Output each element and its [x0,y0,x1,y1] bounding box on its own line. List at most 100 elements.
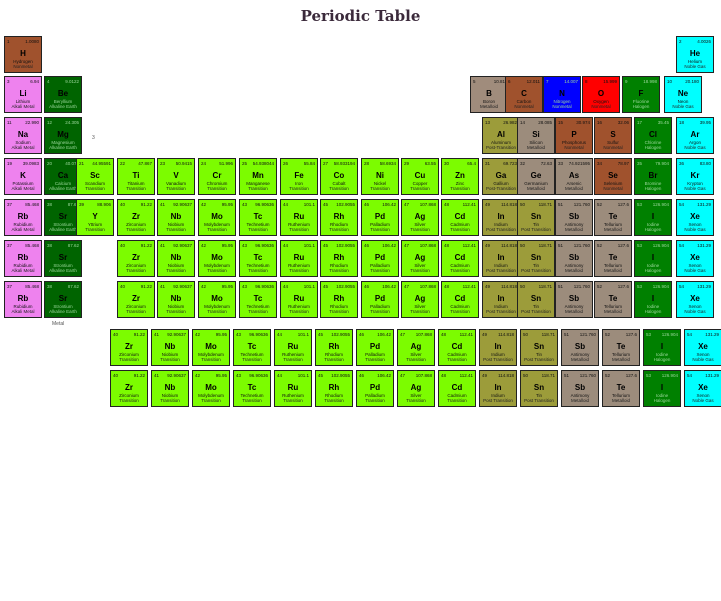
element-cell-nickel[interactable]: 28 58.6934 Ni Nickel Transition [361,158,399,195]
element-cell-palladium[interactable]: 46 106.42 Pd Palladium Transition [361,281,399,318]
element-cell-sulfur[interactable]: 16 32.06 S Sulfur Nonmetal [594,117,632,154]
element-cell-rhodium[interactable]: 45 102.9055 Rh Rhodium Transition [320,240,358,277]
element-cell-tellurium[interactable]: 52 127.6 Te Tellurium Metalloid [602,329,640,366]
element-cell-yttrium[interactable]: 39 88.906 Y Yttrium Transition [76,199,114,236]
element-cell-niobium[interactable]: 41 92.90637 Nb Niobium Transition [157,199,195,236]
element-cell-rhodium[interactable]: 45 102.9055 Rh Rhodium Transition [320,199,358,236]
element-cell-technetium[interactable]: 43 96.90636 Tc Technetium Transition [239,281,277,318]
element-cell-boron[interactable]: 5 10.81 B Boron Metalloid [470,76,508,113]
element-cell-copper[interactable]: 29 63.55 Cu Copper Transition [401,158,439,195]
element-cell-ruthenium[interactable]: 44 101.1 Ru Ruthenium Transition [280,240,318,277]
element-cell-bromine[interactable]: 35 79.904 Br Bromine Halogen [634,158,672,195]
element-cell-rhodium[interactable]: 45 102.9055 Rh Rhodium Transition [320,281,358,318]
element-cell-xenon[interactable]: 54 131.29 Xe Xenon Noble Gas [684,329,721,366]
element-cell-germanium[interactable]: 32 72.63 Ge Germanium Metalloid [517,158,555,195]
element-cell-molybdenum[interactable]: 42 95.95 Mo Molybdenum Transition [198,199,236,236]
element-cell-phosphorus[interactable]: 15 30.974 P Phosphorus Nonmetal [555,117,593,154]
element-cell-tin[interactable]: 50 118.71 Sn Tin Post Transition [520,329,558,366]
element-cell-zirconium[interactable]: 40 91.22 Zr Zirconium Transition [117,240,155,277]
element-cell-iodine[interactable]: 53 126.904 I Iodine Halogen [634,240,672,277]
element-cell-ruthenium[interactable]: 44 101.1 Ru Ruthenium Transition [274,329,312,366]
element-cell-aluminum[interactable]: 13 26.982 Al Aluminum Post-Transition [482,117,520,154]
element-cell-iodine[interactable]: 53 126.904 I Iodine Halogen [643,370,681,407]
element-cell-zirconium[interactable]: 40 91.22 Zr Zirconium Transition [117,281,155,318]
element-cell-strontium[interactable]: 38 87.62 Sr Strontium Alkaline Earth [44,240,82,277]
element-cell-iron[interactable]: 26 55.84 Fe Iron Transition [280,158,318,195]
element-cell-potassium[interactable]: 19 39.0983 K Potassium Alkali Metal [4,158,42,195]
element-cell-rhodium[interactable]: 45 102.9055 Rh Rhodium Transition [315,329,353,366]
element-cell-tin[interactable]: 50 118.71 Sn Tin Post Transition [517,240,555,277]
element-cell-ruthenium[interactable]: 44 101.1 Ru Ruthenium Transition [274,370,312,407]
element-cell-cadmium[interactable]: 48 112.41 Cd Cadmium Transition [438,329,476,366]
element-cell-selenium[interactable]: 34 78.97 Se Selenium Nonmetal [594,158,632,195]
element-cell-silver[interactable]: 47 107.868 Ag Silver Transition [397,329,435,366]
element-cell-palladium[interactable]: 46 106.42 Pd Palladium Transition [361,199,399,236]
element-cell-gallium[interactable]: 31 69.723 Ga Gallium Post-Transition [482,158,520,195]
element-cell-iodine[interactable]: 53 126.904 I Iodine Halogen [634,281,672,318]
element-cell-arsenic[interactable]: 33 74.921595 As Arsenic Metalloid [555,158,593,195]
element-cell-magnesium[interactable]: 12 24.305 Mg Magnesium Alkaline Earth [44,117,82,154]
element-cell-rubidium[interactable]: 37 85.468 Rb Rubidium Alkali Metal [4,281,42,318]
element-cell-antimony[interactable]: 51 121.760 Sb Antimony Metalloid [561,329,599,366]
element-cell-silicon[interactable]: 14 28.085 Si Silicon Metalloid [517,117,555,154]
element-cell-technetium[interactable]: 43 96.90636 Tc Technetium Transition [233,370,271,407]
element-cell-chlorine[interactable]: 17 35.45 Cl Chlorine Halogen [634,117,672,154]
element-cell-niobium[interactable]: 41 92.90637 Nb Niobium Transition [151,329,189,366]
element-cell-xenon[interactable]: 54 131.29 Xe Xenon Noble Gas [676,240,714,277]
element-cell-silver[interactable]: 47 107.868 Ag Silver Transition [401,240,439,277]
element-cell-technetium[interactable]: 43 96.90636 Tc Technetium Transition [239,199,277,236]
element-cell-antimony[interactable]: 51 121.760 Sb Antimony Metalloid [555,240,593,277]
element-cell-beryllium[interactable]: 4 9.0122 Be Beryllium Alkaline Earth [44,76,82,113]
element-cell-tin[interactable]: 50 118.71 Sn Tin Post Transition [520,370,558,407]
element-cell-helium[interactable]: 2 4.0026 He Helium Noble Gas [676,36,714,73]
element-cell-sodium[interactable]: 11 22.990 Na Sodium Alkali Metal [4,117,42,154]
element-cell-molybdenum[interactable]: 42 95.95 Mo Molybdenum Transition [198,240,236,277]
element-cell-titanium[interactable]: 22 47.867 Ti Titanium Transition [117,158,155,195]
element-cell-antimony[interactable]: 51 121.760 Sb Antimony Metalloid [555,199,593,236]
element-cell-ruthenium[interactable]: 44 101.1 Ru Ruthenium Transition [280,281,318,318]
element-cell-tellurium[interactable]: 52 127.6 Te Tellurium Metalloid [594,281,632,318]
element-cell-ruthenium[interactable]: 44 101.1 Ru Ruthenium Transition [280,199,318,236]
element-cell-palladium[interactable]: 46 106.42 Pd Palladium Transition [356,370,394,407]
element-cell-argon[interactable]: 18 39.95 Ar Argon Noble Gas [676,117,714,154]
element-cell-tin[interactable]: 50 118.71 Sn Tin Post Transition [517,281,555,318]
element-cell-molybdenum[interactable]: 42 95.95 Mo Molybdenum Transition [198,281,236,318]
element-cell-molybdenum[interactable]: 42 95.95 Mo Molybdenum Transition [192,370,230,407]
element-cell-niobium[interactable]: 41 92.90637 Nb Niobium Transition [151,370,189,407]
element-cell-cadmium[interactable]: 48 112.41 Cd Cadmium Transition [438,370,476,407]
element-cell-tellurium[interactable]: 52 127.6 Te Tellurium Metalloid [594,199,632,236]
element-cell-palladium[interactable]: 46 106.42 Pd Palladium Transition [361,240,399,277]
element-cell-niobium[interactable]: 41 92.90637 Nb Niobium Transition [157,281,195,318]
element-cell-tellurium[interactable]: 52 127.6 Te Tellurium Metalloid [602,370,640,407]
element-cell-strontium[interactable]: 38 87.62 Sr Strontium Alkaline Earth [44,281,82,318]
element-cell-silver[interactable]: 47 107.868 Ag Silver Transition [401,199,439,236]
element-cell-indium[interactable]: 49 114.818 In Indium Post Transition [482,281,520,318]
element-cell-technetium[interactable]: 43 96.90636 Tc Technetium Transition [233,329,271,366]
element-cell-xenon[interactable]: 54 131.29 Xe Xenon Noble Gas [676,281,714,318]
element-cell-antimony[interactable]: 51 121.760 Sb Antimony Metalloid [561,370,599,407]
element-cell-zirconium[interactable]: 40 91.22 Zr Zirconium Transition [117,199,155,236]
element-cell-xenon[interactable]: 54 131.29 Xe Xenon Noble Gas [684,370,721,407]
element-cell-chromium[interactable]: 24 51.996 Cr Chromium Transition [198,158,236,195]
element-cell-technetium[interactable]: 43 96.90636 Tc Technetium Transition [239,240,277,277]
element-cell-indium[interactable]: 49 114.818 In Indium Post Transition [482,199,520,236]
element-cell-palladium[interactable]: 46 106.42 Pd Palladium Transition [356,329,394,366]
element-cell-silver[interactable]: 47 107.868 Ag Silver Transition [397,370,435,407]
element-cell-indium[interactable]: 49 114.818 In Indium Post Transition [479,370,517,407]
element-cell-zinc[interactable]: 30 65.4 Zn Zinc Transition [441,158,479,195]
element-cell-manganese[interactable]: 25 54.938044 Mn Manganese Transition [239,158,277,195]
element-cell-rubidium[interactable]: 37 85.468 Rb Rubidium Alkali Metal [4,240,42,277]
element-cell-lithium[interactable]: 3 6.94 Li Lithium Alkali Metal [4,76,42,113]
element-cell-cadmium[interactable]: 48 112.41 Cd Cadmium Transition [441,281,479,318]
element-cell-rubidium[interactable]: 37 85.468 Rb Rubidium Alkali Metal [4,199,42,236]
element-cell-niobium[interactable]: 41 92.90637 Nb Niobium Transition [157,240,195,277]
element-cell-tin[interactable]: 50 118.71 Sn Tin Post Transition [517,199,555,236]
element-cell-carbon[interactable]: 6 12.011 C Carbon Nonmetal [505,76,543,113]
element-cell-cadmium[interactable]: 48 112.41 Cd Cadmium Transition [441,240,479,277]
element-cell-nitrogen[interactable]: 7 14.007 N Nitrogen Nonmetal [543,76,581,113]
element-cell-krypton[interactable]: 36 83.80 Kr Krypton Noble Gas [676,158,714,195]
element-cell-antimony[interactable]: 51 121.760 Sb Antimony Metalloid [555,281,593,318]
element-cell-zirconium[interactable]: 40 91.22 Zr Zirconium Transition [110,329,148,366]
element-cell-indium[interactable]: 49 114.818 In Indium Post Transition [482,240,520,277]
element-cell-oxygen[interactable]: 8 15.999 O Oxygen Nonmetal [582,76,620,113]
